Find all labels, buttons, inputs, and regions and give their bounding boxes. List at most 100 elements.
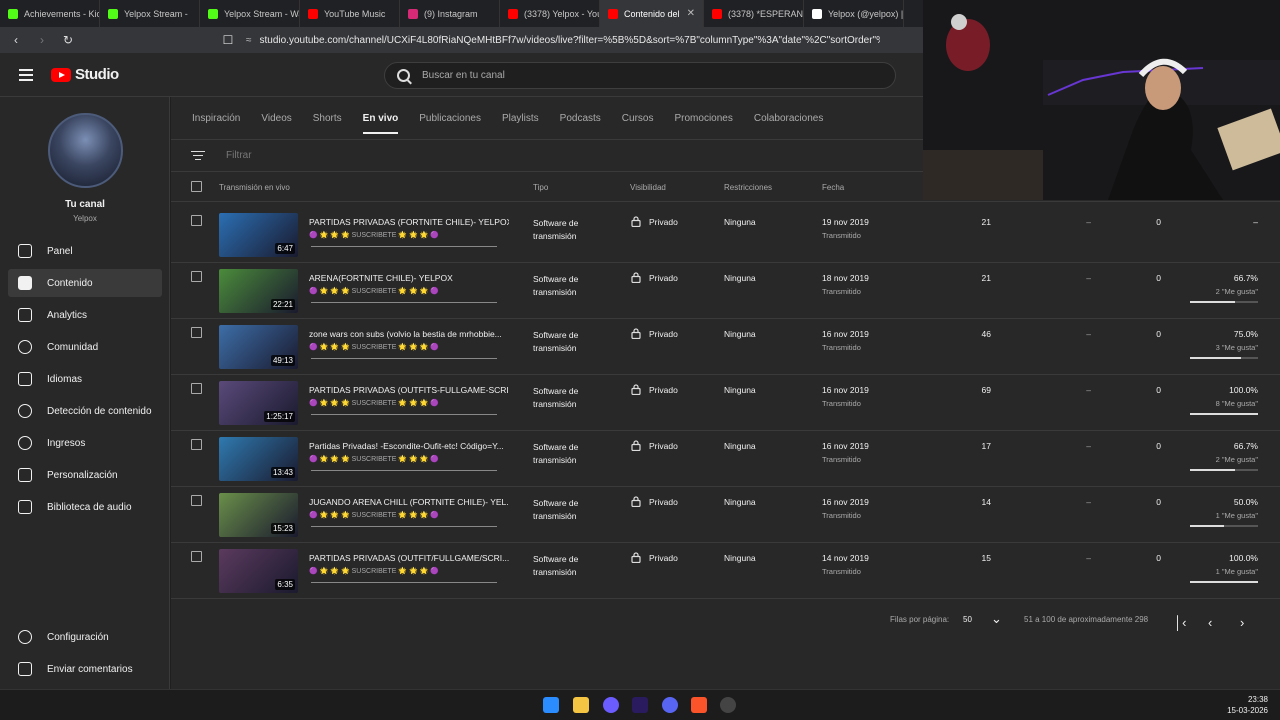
sidebar-item-personalización[interactable]: Personalización [8,461,162,489]
sidebar-item-detección[interactable]: Detección de contenido [8,397,162,425]
tab-publicaciones[interactable]: Publicaciones [419,101,481,136]
sidebar-item-comunidad[interactable]: Comunidad [8,333,162,361]
browser-tab[interactable]: (9) Instagram [400,0,500,27]
browser-tab[interactable]: Yelpox Stream - [100,0,200,27]
tab-inspiración[interactable]: Inspiración [192,101,240,136]
app-icon[interactable] [603,697,619,713]
column-date[interactable]: Fecha [822,183,844,192]
table-row[interactable]: 15:23 JUGANDO ARENA CHILL (FORTNITE CHILE… [171,487,1280,543]
row-checkbox[interactable] [191,439,202,450]
reload-icon[interactable]: ↻ [58,33,78,47]
row-checkbox[interactable] [191,495,202,506]
visibility-dropdown[interactable]: Privado [649,329,678,339]
visibility-dropdown[interactable]: Privado [649,217,678,227]
sidebar-item-idiomas[interactable]: Idiomas [8,365,162,393]
tab-en-vivo[interactable]: En vivo [362,101,398,136]
sidebar-item-analytics[interactable]: Analytics [8,301,162,329]
file-explorer-icon[interactable] [573,697,589,713]
site-settings-icon[interactable]: ≈ [246,35,252,46]
video-date-status: Transmitido [822,567,861,576]
video-thumbnail[interactable]: 6:47 [219,213,298,257]
tab-videos[interactable]: Videos [261,101,291,136]
visibility-dropdown[interactable]: Privado [649,497,678,507]
row-checkbox[interactable] [191,215,202,226]
menu-icon[interactable] [19,66,33,84]
sidebar-item-feedback[interactable]: Enviar comentarios [8,655,162,683]
row-checkbox[interactable] [191,551,202,562]
video-title[interactable]: PARTIDAS PRIVADAS (FORTNITE CHILE)- YELP… [309,217,509,227]
table-row[interactable]: 49:13 zone wars con subs (volvio la besti… [171,319,1280,375]
browser-tab[interactable]: Yelpox Stream - Wa [200,0,300,27]
avatar[interactable] [48,113,123,188]
select-all-checkbox[interactable] [191,181,202,192]
search-input[interactable]: Buscar en tu canal [384,62,896,89]
video-title[interactable]: Partidas Privadas! -Escondite-Oufit-etc!… [309,441,509,451]
discord-icon[interactable] [662,697,678,713]
forward-icon[interactable]: › [32,33,52,47]
sidebar-item-biblioteca[interactable]: Biblioteca de audio [8,493,162,521]
visibility-dropdown[interactable]: Privado [649,441,678,451]
browser-tab[interactable]: (3378) Yelpox - You [500,0,600,27]
video-thumbnail[interactable]: 13:43 [219,437,298,481]
brave-icon[interactable] [691,697,707,713]
studio-logo[interactable]: Studio [51,66,119,83]
tab-colaboraciones[interactable]: Colaboraciones [754,101,824,136]
obs-icon[interactable] [720,697,736,713]
video-title[interactable]: ARENA(FORTNITE CHILE)- YELPOX [309,273,509,283]
tab-cursos[interactable]: Cursos [622,101,654,136]
browser-tab[interactable]: Yelpox (@yelpox) | [804,0,904,27]
table-row[interactable]: 1:25:17 PARTIDAS PRIVADAS (OUTFITS-FULLGA… [171,375,1280,431]
video-title[interactable]: zone wars con subs (volvio la bestia de … [309,329,509,339]
back-icon[interactable]: ‹ [6,33,26,47]
url-field[interactable]: studio.youtube.com/channel/UCXiF4L80fRia… [260,35,880,46]
sidebar-item-settings[interactable]: Configuración [8,623,162,651]
visibility-dropdown[interactable]: Privado [649,385,678,395]
video-title[interactable]: JUGANDO ARENA CHILL (FORTNITE CHILE)- YE… [309,497,509,507]
video-thumbnail[interactable]: 15:23 [219,493,298,537]
video-thumbnail[interactable]: 22:21 [219,269,298,313]
chevron-down-icon[interactable]: ⌄ [991,611,1002,627]
table-row[interactable]: 6:35 PARTIDAS PRIVADAS (OUTFIT/FULLGAME/S… [171,543,1280,599]
first-page-icon[interactable]: │‹ [1174,615,1186,630]
prev-page-icon[interactable]: ‹ [1208,615,1212,630]
video-date-status: Transmitido [822,511,861,520]
video-title[interactable]: PARTIDAS PRIVADAS (OUTFIT/FULLGAME/SCRI.… [309,553,509,563]
bookmark-icon[interactable]: ☐ [218,33,238,47]
column-type[interactable]: Tipo [533,183,548,192]
browser-tab[interactable]: Contenido del ✕ [600,0,704,27]
tab-shorts[interactable]: Shorts [313,101,342,136]
filter-input[interactable]: Filtrar [226,150,252,161]
tab-podcasts[interactable]: Podcasts [560,101,601,136]
visibility-dropdown[interactable]: Privado [649,273,678,283]
table-row[interactable]: 22:21 ARENA(FORTNITE CHILE)- YELPOX 🟣 🌟 🌟 … [171,263,1280,319]
filter-icon[interactable] [191,148,205,163]
row-checkbox[interactable] [191,271,202,282]
clock[interactable]: 23:38 15-03-2026 [1227,694,1268,716]
sidebar-item-contenido[interactable]: Contenido [8,269,162,297]
video-title[interactable]: PARTIDAS PRIVADAS (OUTFITS-FULLGAME-SCRI… [309,385,509,395]
tab-playlists[interactable]: Playlists [502,101,539,136]
video-thumbnail[interactable]: 1:25:17 [219,381,298,425]
close-tab-icon[interactable]: ✕ [687,8,695,19]
column-visibility[interactable]: Visibilidad [630,183,666,192]
visibility-dropdown[interactable]: Privado [649,553,678,563]
sidebar-item-ingresos[interactable]: Ingresos [8,429,162,457]
rows-per-page-select[interactable]: 50 [963,615,972,624]
row-checkbox[interactable] [191,327,202,338]
table-row[interactable]: 6:47 PARTIDAS PRIVADAS (FORTNITE CHILE)- … [171,207,1280,263]
video-thumbnail[interactable]: 49:13 [219,325,298,369]
sidebar-item-panel[interactable]: Panel [8,237,162,265]
browser-tab[interactable]: YouTube Music [300,0,400,27]
row-checkbox[interactable] [191,383,202,394]
next-page-icon[interactable]: › [1240,615,1244,630]
windows-start-icon[interactable] [543,697,559,713]
table-row[interactable]: 13:43 Partidas Privadas! -Escondite-Oufit… [171,431,1280,487]
video-thumbnail[interactable]: 6:35 [219,549,298,593]
browser-tab[interactable]: (3378) *ESPERAND [704,0,804,27]
column-title[interactable]: Transmisión en vivo [219,183,290,192]
comments-value: – [1086,553,1091,563]
column-restrictions[interactable]: Restricciones [724,183,772,192]
premiere-icon[interactable] [632,697,648,713]
tab-promociones[interactable]: Promociones [674,101,732,136]
browser-tab[interactable]: Achievements - Kick [0,0,100,27]
